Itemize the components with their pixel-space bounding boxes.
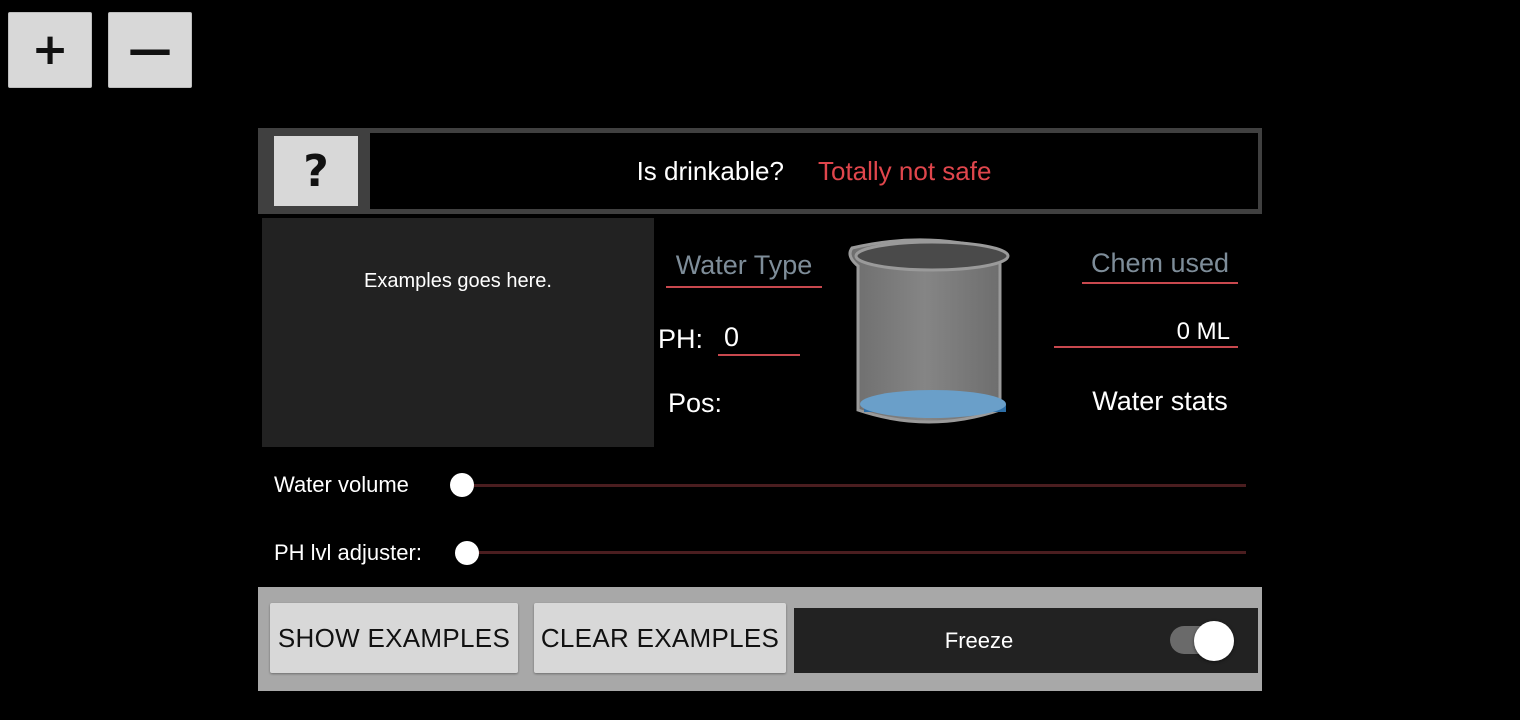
- help-button[interactable]: ?: [274, 136, 358, 206]
- water-stats-label: Water stats: [1092, 386, 1228, 416]
- water-volume-thumb[interactable]: [450, 473, 474, 497]
- header-bar: ? Is drinkable? Totally not safe: [258, 128, 1262, 214]
- footer-bar: SHOW EXAMPLES CLEAR EXAMPLES Freeze: [258, 587, 1262, 691]
- examples-placeholder: Examples goes here.: [364, 270, 552, 292]
- beaker-icon: [848, 238, 1010, 424]
- pos-label: Pos:: [668, 388, 723, 418]
- freeze-toggle-thumb[interactable]: [1194, 621, 1234, 661]
- freeze-label: Freeze: [944, 627, 1014, 653]
- chem-ml-input[interactable]: 0 ML: [1054, 318, 1238, 348]
- clear-examples-button[interactable]: CLEAR EXAMPLES: [534, 603, 786, 673]
- ph-adjuster-label: PH lvl adjuster:: [274, 540, 422, 565]
- ph-adjuster-track[interactable]: [468, 551, 1246, 554]
- freeze-switch-row[interactable]: Freeze: [794, 608, 1258, 673]
- water-type-placeholder: Water Type: [675, 250, 813, 280]
- ph-label: PH:: [658, 324, 704, 354]
- water-type-input[interactable]: Water Type: [666, 250, 822, 288]
- drinkable-value: Totally not safe: [817, 155, 992, 186]
- drinkable-label: Is drinkable?: [636, 155, 784, 186]
- zoom-out-button[interactable]: —: [108, 12, 192, 88]
- show-examples-button[interactable]: SHOW EXAMPLES: [270, 603, 518, 673]
- zoom-in-button[interactable]: +: [8, 12, 92, 88]
- water-volume-label: Water volume: [274, 472, 409, 497]
- chem-used-input[interactable]: Chem used: [1082, 248, 1238, 284]
- examples-box: Examples goes here.: [262, 218, 654, 447]
- water-volume-track[interactable]: [462, 484, 1246, 487]
- ph-adjuster-thumb[interactable]: [455, 541, 479, 565]
- chem-used-placeholder: Chem used: [1090, 248, 1230, 278]
- water-panel: ? Is drinkable? Totally not safe Example…: [258, 128, 1262, 691]
- ph-value-input[interactable]: 0: [718, 322, 800, 356]
- drinkable-status: Is drinkable? Totally not safe: [370, 133, 1258, 209]
